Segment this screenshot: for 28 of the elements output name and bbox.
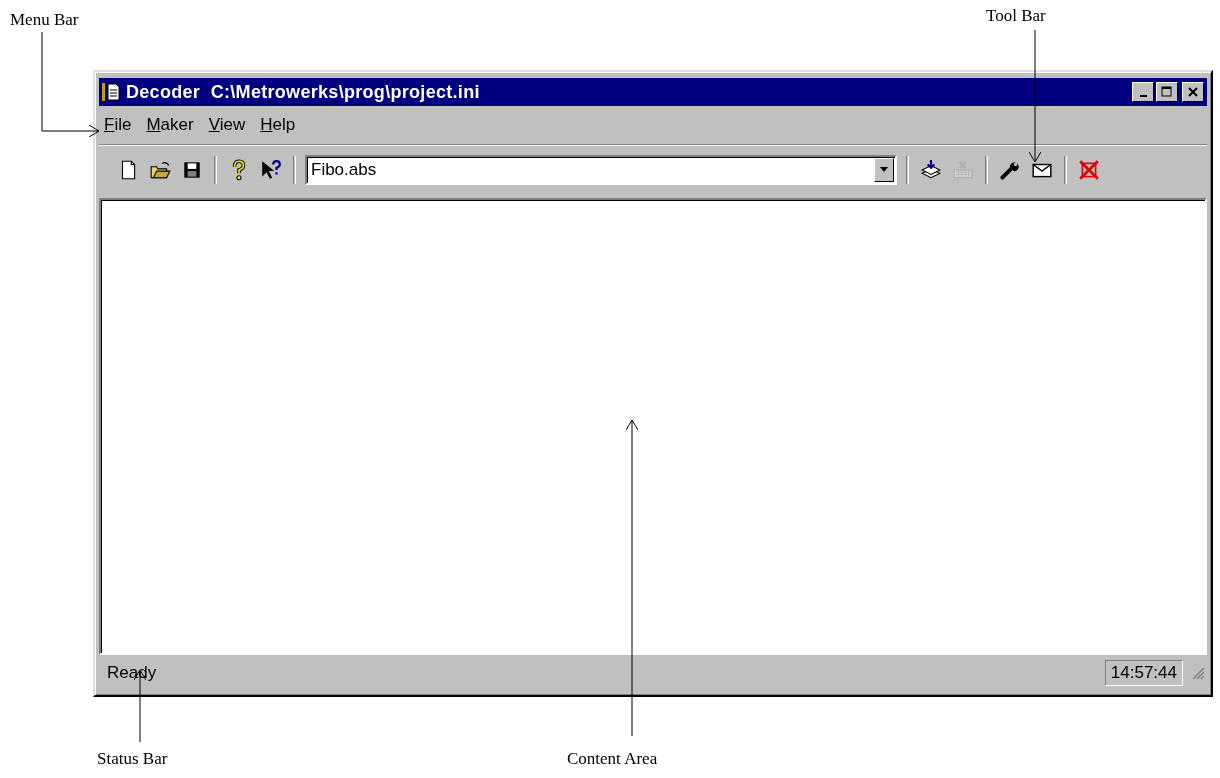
dropdown-button[interactable] [874, 158, 894, 182]
minimize-icon [1139, 94, 1147, 97]
minimize-button[interactable] [1132, 82, 1154, 102]
pointer-help-icon [260, 159, 282, 181]
annotation-label: Content Area [567, 749, 658, 769]
stack-download-icon [920, 159, 942, 181]
annotation-label: Menu Bar [10, 10, 79, 30]
wrench-icon [999, 159, 1021, 181]
open-folder-icon [149, 159, 171, 181]
close-button[interactable] [1182, 82, 1204, 102]
file-combo-box[interactable]: Fibo.abs [305, 155, 897, 185]
keyboard-icon [952, 159, 974, 181]
close-icon [1187, 86, 1199, 98]
cancel-cross-icon [1078, 159, 1100, 181]
annotation-label: Status Bar [97, 749, 168, 769]
annotation-label: Tool Bar [986, 6, 1046, 26]
menu-item[interactable]: Help [255, 115, 306, 135]
document-icon [102, 82, 122, 102]
status-text: Ready [107, 663, 158, 683]
status-clock: 14:57:44 [1104, 660, 1183, 686]
menu-item[interactable]: File [99, 115, 142, 135]
maximize-button[interactable] [1156, 82, 1178, 102]
menu-item[interactable]: Maker [141, 115, 204, 135]
menu-item[interactable]: View [203, 115, 256, 135]
caret-icon [879, 167, 889, 173]
maximize-icon [1161, 86, 1173, 98]
window-title: Decoder C:\Metrowerks\prog\project.ini [126, 81, 480, 103]
resize-grip-icon [1191, 666, 1205, 680]
